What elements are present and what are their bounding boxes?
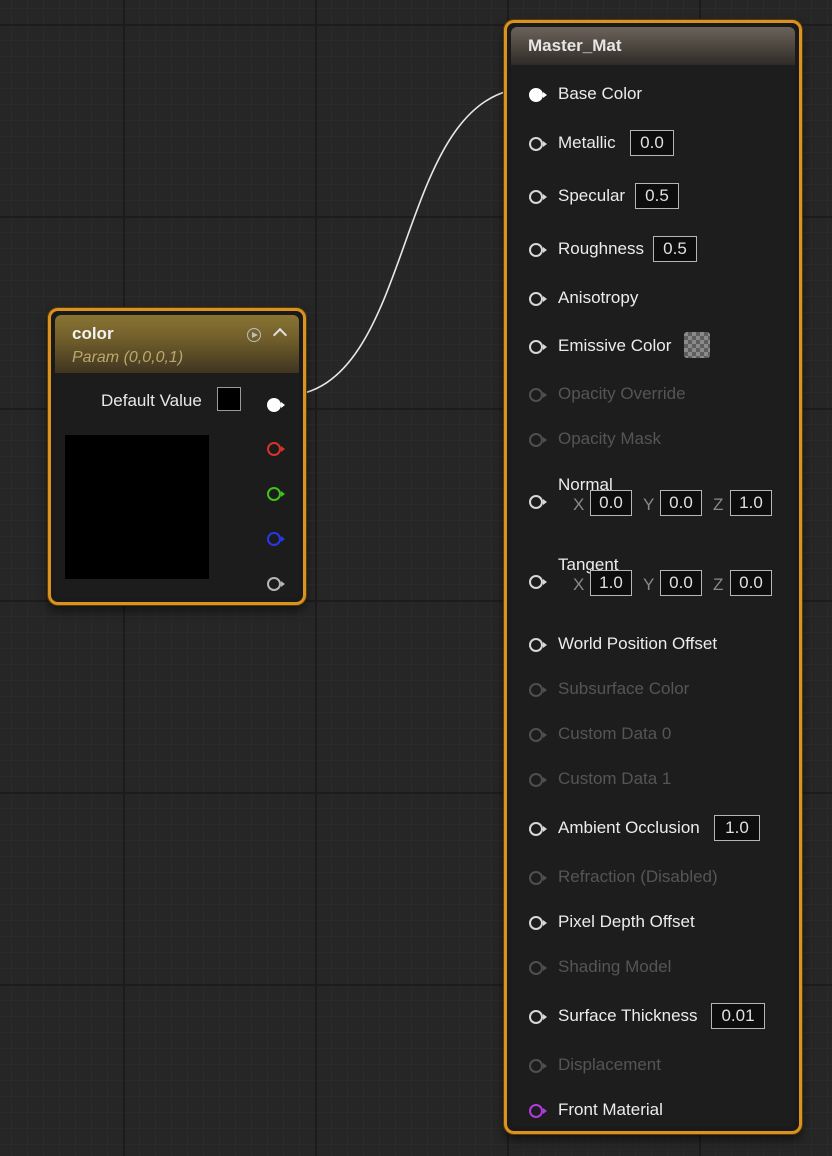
wire-color-to-base-color — [281, 87, 532, 397]
pin-label: Displacement — [558, 1055, 661, 1074]
input-pin-tangent[interactable] — [529, 575, 547, 589]
input-pin-specular[interactable] — [529, 190, 547, 204]
input-pin-shading-model — [529, 961, 547, 975]
emissive-color-checker-swatch[interactable] — [684, 332, 710, 358]
normal-y-field[interactable]: 0.0 — [660, 490, 702, 516]
color-parameter-node[interactable]: color Param (0,0,0,1) Default Value — [48, 308, 306, 605]
output-pin-a[interactable] — [267, 577, 285, 591]
input-pin-custom-data-1 — [529, 773, 547, 787]
output-pin-b[interactable] — [267, 532, 285, 546]
pin-label: Pixel Depth Offset — [558, 912, 695, 931]
pin-label: Emissive Color — [558, 336, 672, 355]
input-pin-metallic[interactable] — [529, 137, 547, 151]
color-preview — [65, 435, 209, 579]
roughness-value-field[interactable]: 0.5 — [653, 236, 697, 262]
preview-play-icon[interactable] — [247, 328, 261, 342]
input-pin-normal[interactable] — [529, 495, 547, 509]
input-pin-refraction — [529, 871, 547, 885]
param-node-body: Default Value — [55, 373, 299, 598]
input-pin-custom-data-0 — [529, 728, 547, 742]
normal-x-label: X — [573, 495, 585, 514]
normal-z-label: Z — [713, 495, 724, 514]
pin-label: Base Color — [558, 84, 643, 103]
input-pin-world-position-offset[interactable] — [529, 638, 547, 652]
collapse-chevron-up-icon[interactable] — [272, 327, 288, 343]
ambient-occlusion-value-field[interactable]: 1.0 — [714, 815, 760, 841]
tangent-z-field[interactable]: 0.0 — [730, 570, 772, 596]
pin-label: Front Material — [558, 1100, 663, 1119]
pin-label: Anisotropy — [558, 288, 639, 307]
pin-label: World Position Offset — [558, 634, 718, 653]
master-node-header[interactable]: Master_Mat — [511, 27, 795, 65]
normal-x-field[interactable]: 0.0 — [590, 490, 632, 516]
output-pin-rgba[interactable] — [267, 398, 285, 412]
param-node-subtitle: Param (0,0,0,1) — [72, 349, 184, 366]
master-material-node[interactable]: Master_Mat Base Color Metallic 0.0 Specu… — [504, 20, 802, 1134]
master-node-title: Master_Mat — [528, 36, 622, 55]
tangent-z-label: Z — [713, 575, 724, 594]
default-value-color-swatch[interactable] — [217, 387, 241, 411]
tangent-x-field[interactable]: 1.0 — [590, 570, 632, 596]
master-node-inner: Master_Mat Base Color Metallic 0.0 Specu… — [511, 27, 795, 1127]
tangent-y-label: Y — [643, 575, 655, 594]
input-pin-pixel-depth-offset[interactable] — [529, 916, 547, 930]
specular-value-field[interactable]: 0.5 — [635, 183, 679, 209]
input-pin-front-material[interactable] — [529, 1104, 547, 1118]
master-node-body: Base Color Metallic 0.0 Specular 0.5 Rou… — [511, 65, 795, 1127]
pin-label: Custom Data 1 — [558, 769, 672, 788]
param-node-title: color — [72, 324, 114, 343]
metallic-value-field[interactable]: 0.0 — [630, 130, 674, 156]
pin-label: Opacity Override — [558, 384, 686, 403]
pin-label: Shading Model — [558, 957, 672, 976]
default-value-label: Default Value — [101, 391, 202, 410]
pin-label: Subsurface Color — [558, 679, 690, 698]
input-pin-ambient-occlusion[interactable] — [529, 822, 547, 836]
input-pin-roughness[interactable] — [529, 243, 547, 257]
param-node-inner: color Param (0,0,0,1) Default Value — [55, 315, 299, 598]
pin-label: Custom Data 0 — [558, 724, 672, 743]
input-pin-base-color[interactable] — [529, 88, 547, 102]
input-pin-emissive-color[interactable] — [529, 340, 547, 354]
output-pin-g[interactable] — [267, 487, 285, 501]
tangent-x-label: X — [573, 575, 585, 594]
input-pin-opacity-override — [529, 388, 547, 402]
pin-label: Metallic — [558, 133, 616, 152]
output-pin-r[interactable] — [267, 442, 285, 456]
surface-thickness-value-field[interactable]: 0.01 — [711, 1003, 765, 1029]
pin-label: Surface Thickness — [558, 1006, 698, 1025]
param-node-header[interactable]: color Param (0,0,0,1) — [55, 315, 299, 373]
tangent-y-field[interactable]: 0.0 — [660, 570, 702, 596]
input-pin-opacity-mask — [529, 433, 547, 447]
pin-label: Roughness — [558, 239, 645, 258]
material-graph-canvas[interactable]: color Param (0,0,0,1) Default Value Mast… — [0, 0, 832, 1156]
pin-label: Ambient Occlusion — [558, 818, 700, 837]
pin-label: Refraction (Disabled) — [558, 867, 718, 886]
input-pin-surface-thickness[interactable] — [529, 1010, 547, 1024]
normal-z-field[interactable]: 1.0 — [730, 490, 772, 516]
input-pin-displacement — [529, 1059, 547, 1073]
pin-label: Specular — [558, 186, 626, 205]
pin-label: Opacity Mask — [558, 429, 661, 448]
input-pin-subsurface-color — [529, 683, 547, 697]
normal-y-label: Y — [643, 495, 655, 514]
input-pin-anisotropy[interactable] — [529, 292, 547, 306]
